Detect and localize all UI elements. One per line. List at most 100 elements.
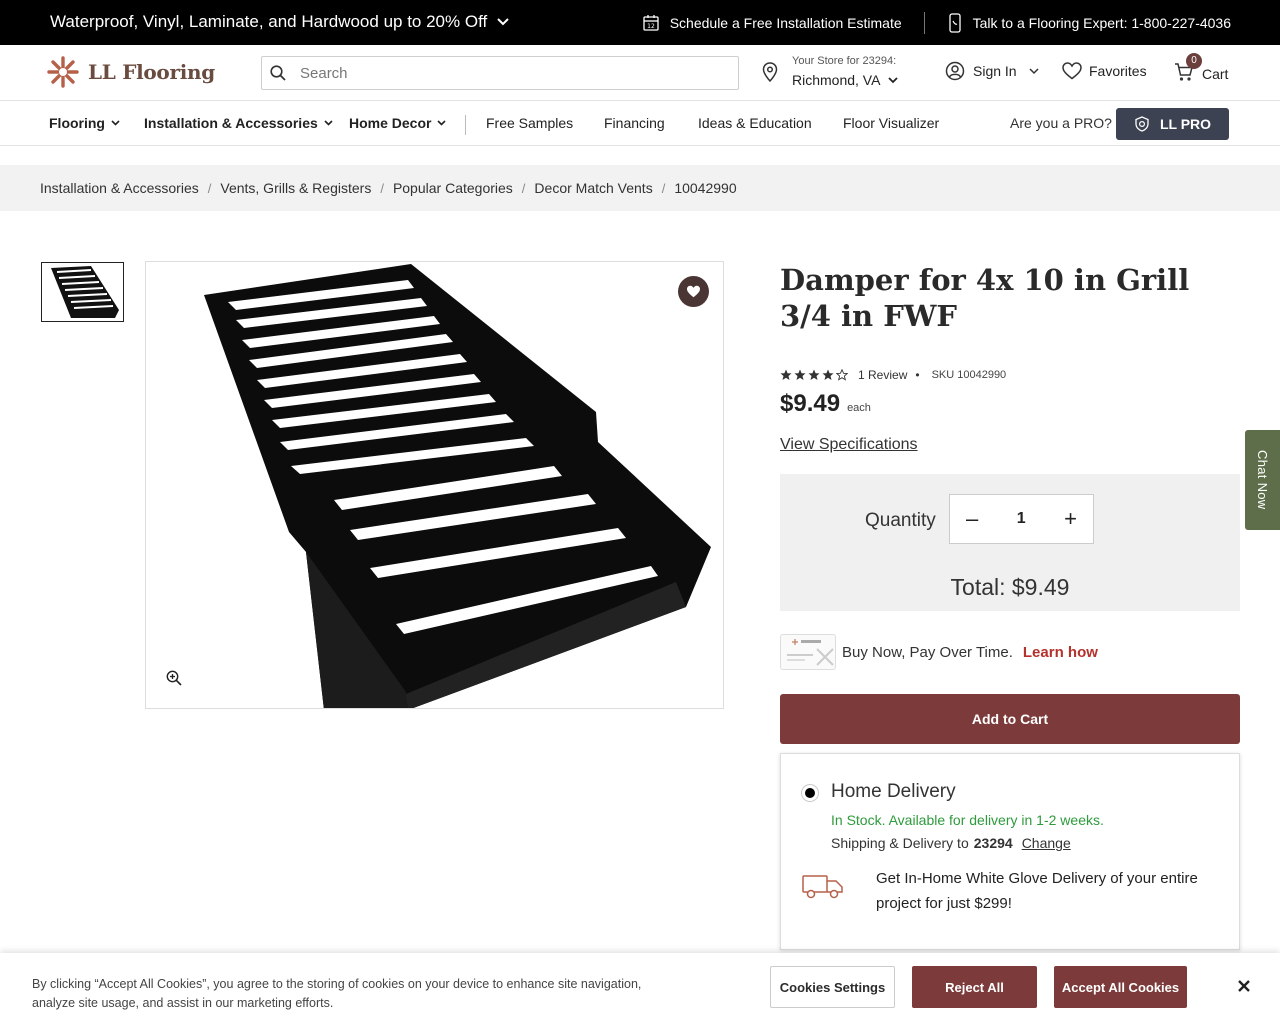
chat-now-label[interactable]: Chat Now (1255, 450, 1270, 509)
chevron-down-icon (324, 120, 333, 126)
shipping-info: Shipping & Delivery to 23294 Change (831, 835, 1071, 851)
chat-now-tab[interactable]: Chat Now (1245, 430, 1280, 530)
main-nav: Flooring Installation & Accessories Home… (0, 101, 1280, 146)
cookie-consent-text: By clicking “Accept All Cookies”, you ag… (32, 977, 642, 1010)
heart-icon (1062, 62, 1082, 80)
breadcrumb-separator: / (380, 180, 384, 196)
quantity-increase-button[interactable]: + (1064, 506, 1077, 532)
nav-item-label[interactable]: Financing (604, 115, 665, 131)
promo-divider (923, 12, 925, 34)
cookie-banner: By clicking “Accept All Cookies”, you ag… (0, 953, 1280, 1024)
breadcrumb-separator: / (521, 180, 526, 196)
reject-all-button[interactable]: Reject All (912, 966, 1037, 1008)
cookies-settings-button[interactable]: Cookies Settings (770, 966, 895, 1008)
nav-item-floor-visualizer[interactable]: Floor Visualizer (843, 115, 939, 131)
home-delivery-option[interactable]: Home Delivery In Stock. Available for de… (780, 753, 1240, 950)
stock-status: In Stock. Available for delivery in 1-2 … (831, 812, 1104, 828)
search-icon[interactable] (270, 65, 286, 81)
star-filled-icon (808, 369, 820, 380)
breadcrumb-item[interactable]: Popular Categories (393, 180, 513, 196)
heart-icon (687, 285, 700, 298)
search-input[interactable] (300, 64, 700, 82)
damper-product-image (204, 264, 711, 708)
add-to-favorites-button[interactable] (678, 276, 709, 307)
product-sku: SKU 10042990 (931, 369, 1007, 381)
chevron-down-icon (111, 120, 120, 126)
logo-mark-icon (47, 56, 79, 88)
financing-text: Buy Now, Pay Over Time. (842, 643, 1013, 661)
nav-item-flooring[interactable]: Flooring (49, 115, 120, 131)
promo-offer-text[interactable]: Waterproof, Vinyl, Laminate, and Hardwoo… (50, 12, 487, 32)
home-delivery-radio[interactable] (801, 784, 819, 802)
financing-promo: Buy Now, Pay Over Time. Learn how (780, 634, 1098, 670)
radio-selected-dot (805, 788, 815, 798)
schedule-estimate-link[interactable]: 12 Schedule a Free Installation Estimate (642, 14, 902, 32)
nav-item-label[interactable]: Installation & Accessories (144, 115, 318, 131)
shipping-label: Shipping & Delivery to (831, 835, 969, 851)
quantity-stepper[interactable]: – 1 + (949, 494, 1094, 544)
home-delivery-title: Home Delivery (831, 781, 956, 802)
review-count-link[interactable]: 1 Review (858, 368, 907, 382)
schedule-estimate-text[interactable]: Schedule a Free Installation Estimate (670, 15, 902, 31)
nav-item-label[interactable]: Free Samples (486, 115, 573, 131)
learn-how-link[interactable]: Learn how (1023, 644, 1098, 661)
logo-text: LL Flooring (88, 60, 215, 84)
breadcrumb-item[interactable]: Decor Match Vents (534, 180, 652, 196)
breadcrumb-item[interactable]: Vents, Grills & Registers (220, 180, 371, 196)
favorites-label[interactable]: Favorites (1089, 63, 1147, 79)
nav-item-financing[interactable]: Financing (604, 115, 665, 131)
sign-in-menu[interactable]: Sign In (945, 61, 1039, 81)
nav-item-label[interactable]: Flooring (49, 115, 105, 131)
nav-divider (465, 115, 466, 135)
cart-label[interactable]: Cart (1202, 66, 1228, 82)
star-empty-icon (836, 369, 848, 381)
star-filled-icon (794, 369, 806, 380)
chevron-down-icon (888, 76, 899, 83)
quantity-value[interactable]: 1 (1017, 510, 1026, 528)
star-filled-icon (780, 369, 792, 380)
quantity-decrease-button[interactable]: – (966, 506, 978, 532)
zoom-in-icon (166, 670, 182, 686)
pro-question: Are you a PRO? (1010, 115, 1112, 131)
favorites-link[interactable]: Favorites (1062, 62, 1147, 80)
product-thumbnail[interactable] (41, 262, 124, 322)
view-specifications-link[interactable]: View Specifications (780, 436, 918, 454)
nav-item-label[interactable]: Floor Visualizer (843, 115, 939, 131)
accept-all-cookies-button[interactable]: Accept All Cookies (1054, 966, 1187, 1008)
flooring-expert-link[interactable]: Talk to a Flooring Expert: 1-800-227-403… (947, 13, 1231, 33)
nav-item-free-samples[interactable]: Free Samples (486, 115, 573, 131)
pro-badge-icon (1135, 116, 1149, 132)
ll-pro-button[interactable]: LL PRO (1116, 108, 1229, 140)
calendar-icon: 12 (643, 15, 659, 31)
nav-item-ideas-education[interactable]: Ideas & Education (698, 115, 812, 131)
store-label: Your Store for 23294: (792, 55, 897, 67)
quantity-panel: Quantity – 1 + Total: $9.49 (780, 474, 1240, 611)
chevron-down-icon (497, 18, 509, 26)
store-selector[interactable]: Your Store for 23294: Richmond, VA (762, 55, 899, 88)
star-filled-icon (822, 369, 834, 380)
white-glove-text: Get In-Home White Glove Delivery of your… (876, 870, 1198, 912)
site-header: LL Flooring Your Store for 23294: Richmo… (0, 45, 1280, 101)
product-main-image[interactable] (145, 261, 724, 709)
cart-count-badge: 0 (1186, 53, 1202, 69)
ll-pro-label[interactable]: LL PRO (1160, 116, 1211, 132)
breadcrumb: Installation & Accessories / Vents, Gril… (0, 165, 1280, 211)
nav-item-label[interactable]: Home Decor (349, 115, 431, 131)
store-city[interactable]: Richmond, VA (792, 72, 880, 88)
promo-offer[interactable]: Waterproof, Vinyl, Laminate, and Hardwoo… (50, 12, 509, 32)
nav-item-label[interactable]: Ideas & Education (698, 115, 812, 131)
breadcrumb-separator: / (661, 180, 666, 196)
cart-link[interactable]: 0 Cart (1174, 53, 1228, 85)
nav-item-home-decor[interactable]: Home Decor (349, 115, 447, 131)
add-to-cart-button[interactable]: Add to Cart (780, 694, 1240, 744)
site-logo[interactable]: LL Flooring (46, 55, 215, 89)
sign-in-label[interactable]: Sign In (973, 63, 1017, 79)
flooring-expert-text[interactable]: Talk to a Flooring Expert: 1-800-227-403… (973, 15, 1231, 31)
close-cookie-banner-button[interactable] (1237, 979, 1251, 998)
search-bar[interactable] (261, 56, 739, 90)
zoom-button[interactable] (166, 670, 182, 691)
change-zip-link[interactable]: Change (1022, 835, 1071, 851)
rating-stars[interactable] (780, 369, 848, 381)
breadcrumb-item[interactable]: Installation & Accessories (40, 180, 199, 196)
nav-item-installation-accessories[interactable]: Installation & Accessories (144, 115, 333, 131)
